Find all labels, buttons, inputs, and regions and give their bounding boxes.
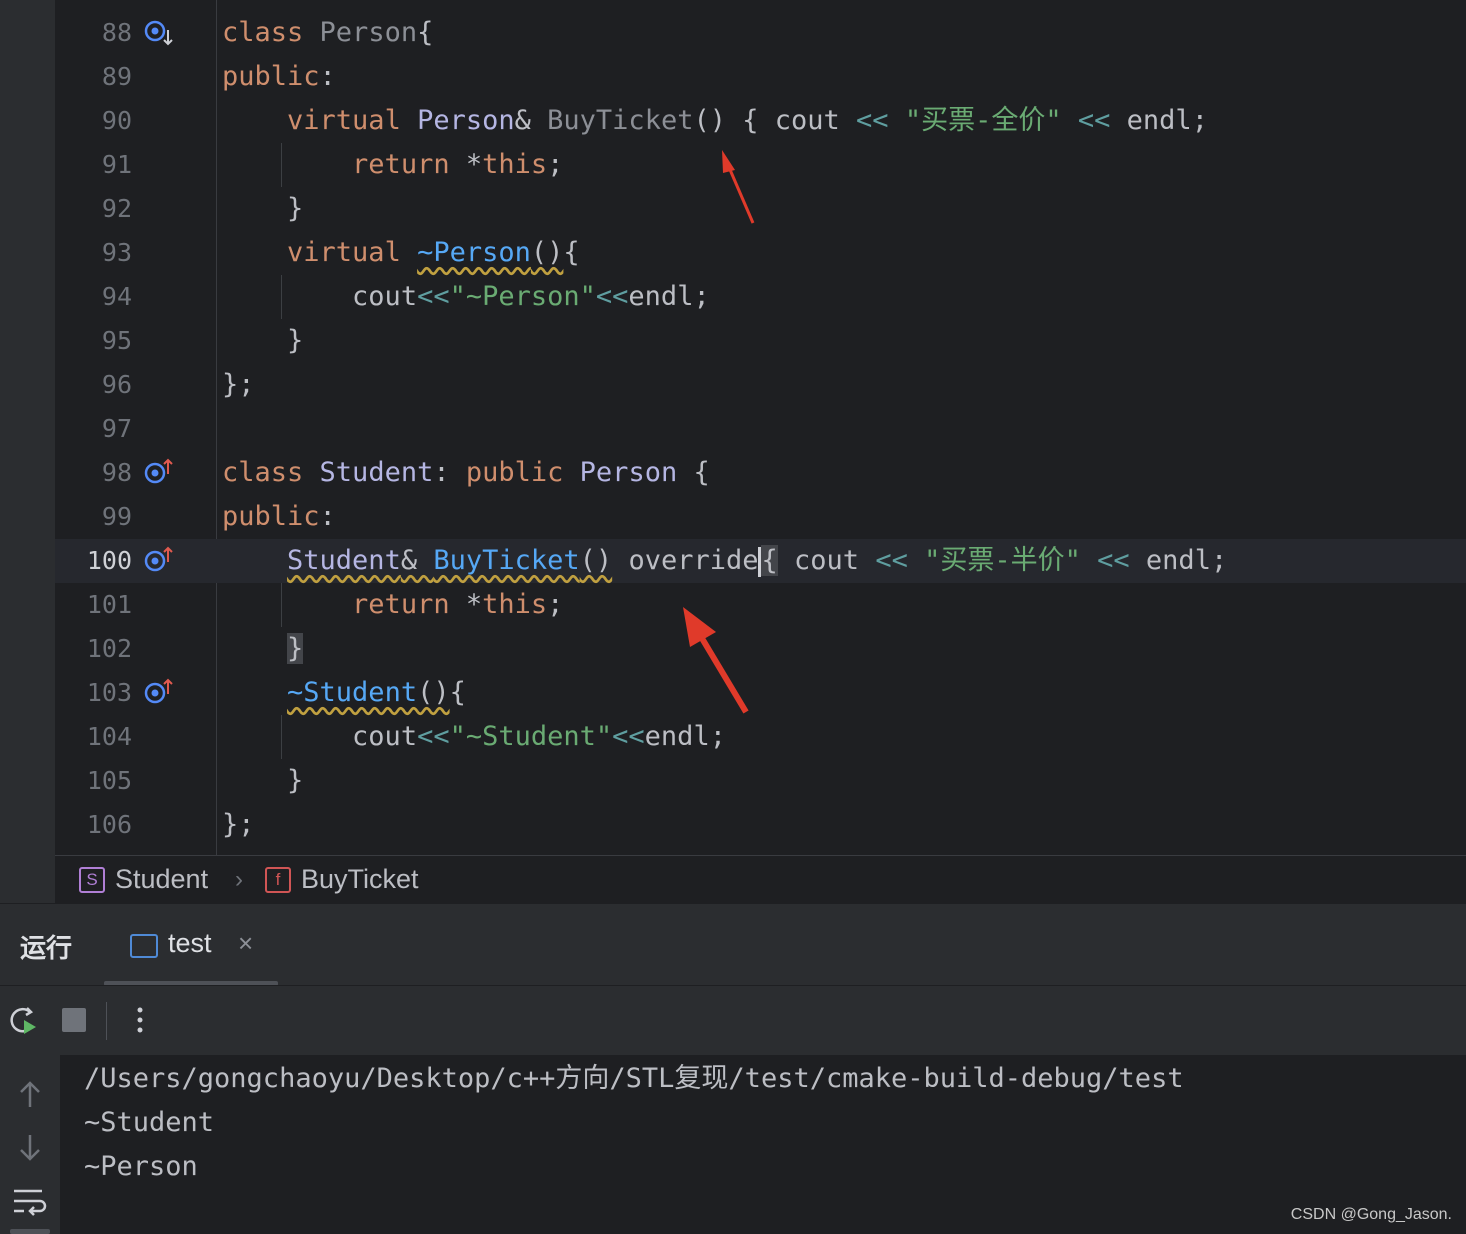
console-line: /Users/gongchaoyu/Desktop/c++方向/STL复现/te… — [84, 1063, 1184, 1094]
code-line[interactable]: 95 } — [55, 319, 1466, 363]
overrides-up-icon[interactable] — [143, 458, 175, 488]
code-line[interactable]: 106 }; — [55, 803, 1466, 847]
code-text: } — [222, 193, 304, 224]
code-text: cout<<"~Person"<<endl; — [352, 281, 710, 312]
line-number: 104 — [86, 722, 132, 751]
code-editor[interactable]: 88 class Person{ 89 public: 90 virtual P… — [0, 0, 1466, 903]
code-line[interactable]: 89 public: — [55, 55, 1466, 99]
code-line[interactable]: 98 class Student: public Person { — [55, 451, 1466, 495]
code-text: }; — [222, 369, 255, 400]
breadcrumb-function[interactable]: f BuyTicket — [265, 864, 419, 895]
tab-label: test — [168, 928, 212, 958]
scroll-down-icon[interactable] — [12, 1129, 48, 1165]
line-number: 101 — [86, 590, 132, 619]
code-line[interactable]: 97 — [55, 407, 1466, 451]
line-number: 95 — [101, 326, 132, 355]
line-number: 88 — [101, 18, 132, 47]
code-line[interactable]: 92 } — [55, 187, 1466, 231]
function-icon: f — [265, 866, 291, 893]
line-number: 90 — [101, 106, 132, 135]
console-side-toolbar — [0, 1055, 60, 1234]
code-text: class Person{ — [222, 17, 434, 48]
code-line[interactable]: 88 class Person{ — [55, 11, 1466, 55]
code-line[interactable]: 94 cout<<"~Person"<<endl; — [55, 275, 1466, 319]
code-text: class Student: public Person { — [222, 457, 710, 488]
watermark: CSDN @Gong_Jason. — [1290, 1206, 1452, 1223]
code-line[interactable]: 102 } — [55, 627, 1466, 671]
line-number: 94 — [101, 282, 132, 311]
code-text: public: — [222, 501, 336, 532]
line-number: 98 — [101, 458, 132, 487]
scroll-up-icon[interactable] — [12, 1077, 48, 1113]
code-line[interactable]: 91 return *this; — [55, 143, 1466, 187]
code-text: cout<<"~Student"<<endl; — [352, 721, 726, 752]
line-number: 91 — [101, 150, 132, 179]
line-number: 96 — [101, 370, 132, 399]
soft-wrap-icon[interactable] — [10, 1183, 48, 1219]
line-number: 106 — [86, 810, 132, 839]
line-number: 100 — [86, 546, 132, 575]
breadcrumb-class-label: Student — [115, 864, 209, 894]
line-number: 105 — [86, 766, 132, 795]
code-text: virtual ~Person(){ — [287, 237, 580, 268]
code-line[interactable]: 101 return *this; — [55, 583, 1466, 627]
code-line[interactable]: 90 virtual Person& BuyTicket() { cout <<… — [55, 99, 1466, 143]
console-line: ~Person — [84, 1151, 198, 1182]
left-tool-strip — [0, 0, 55, 903]
code-text: virtual Person& BuyTicket() { cout << "买… — [287, 105, 1208, 136]
toolbar-divider — [106, 1002, 107, 1040]
breadcrumb: S Student › f BuyTicket — [55, 855, 1466, 904]
run-panel-title: 运行 — [20, 933, 73, 963]
overrides-up-icon[interactable] — [143, 678, 175, 708]
code-line[interactable]: 99 public: — [55, 495, 1466, 539]
console-output[interactable]: /Users/gongchaoyu/Desktop/c++方向/STL复现/te… — [0, 1055, 1466, 1234]
tab-test[interactable]: test × — [104, 904, 278, 986]
stop-icon[interactable] — [56, 1002, 92, 1038]
code-text: } — [287, 633, 304, 664]
class-icon: S — [79, 866, 105, 893]
more-options-icon[interactable] — [122, 1002, 158, 1038]
code-text: } — [222, 765, 304, 796]
code-line[interactable]: 103 ~Student(){ — [55, 671, 1466, 715]
breadcrumb-class[interactable]: S Student — [79, 864, 208, 895]
overrides-up-icon[interactable] — [143, 546, 175, 576]
rerun-icon[interactable] — [6, 1002, 42, 1038]
code-line[interactable]: 93 virtual ~Person(){ — [55, 231, 1466, 275]
console-icon — [130, 934, 158, 958]
chevron-right-icon: › — [235, 866, 243, 893]
line-number: 92 — [101, 194, 132, 223]
side-indicator — [10, 1229, 50, 1234]
line-number: 102 — [86, 634, 132, 663]
breadcrumb-function-label: BuyTicket — [301, 864, 419, 894]
line-number: 97 — [101, 414, 132, 443]
run-panel-header: 运行 test × — [0, 903, 1466, 986]
code-line[interactable]: 105 } — [55, 759, 1466, 803]
implemented-down-icon[interactable] — [143, 18, 175, 48]
code-line[interactable]: 104 cout<<"~Student"<<endl; — [55, 715, 1466, 759]
code-line-current[interactable]: 100 Student& BuyTicket() override{ cout … — [55, 539, 1466, 583]
close-icon[interactable]: × — [238, 928, 253, 959]
code-text: public: — [222, 61, 336, 92]
line-number: 99 — [101, 502, 132, 531]
line-number: 103 — [86, 678, 132, 707]
code-text: Student& BuyTicket() override{ cout << "… — [287, 545, 1228, 577]
console-line: ~Student — [84, 1107, 215, 1138]
code-text: return *this; — [352, 589, 564, 620]
code-text: ~Student(){ — [287, 677, 466, 708]
code-line[interactable]: 96 }; — [55, 363, 1466, 407]
code-text: }; — [222, 809, 255, 840]
run-toolbar — [0, 985, 1466, 1056]
code-text: } — [222, 325, 304, 356]
code-text: return *this; — [352, 149, 564, 180]
line-number: 93 — [101, 238, 132, 267]
line-number: 89 — [101, 62, 132, 91]
